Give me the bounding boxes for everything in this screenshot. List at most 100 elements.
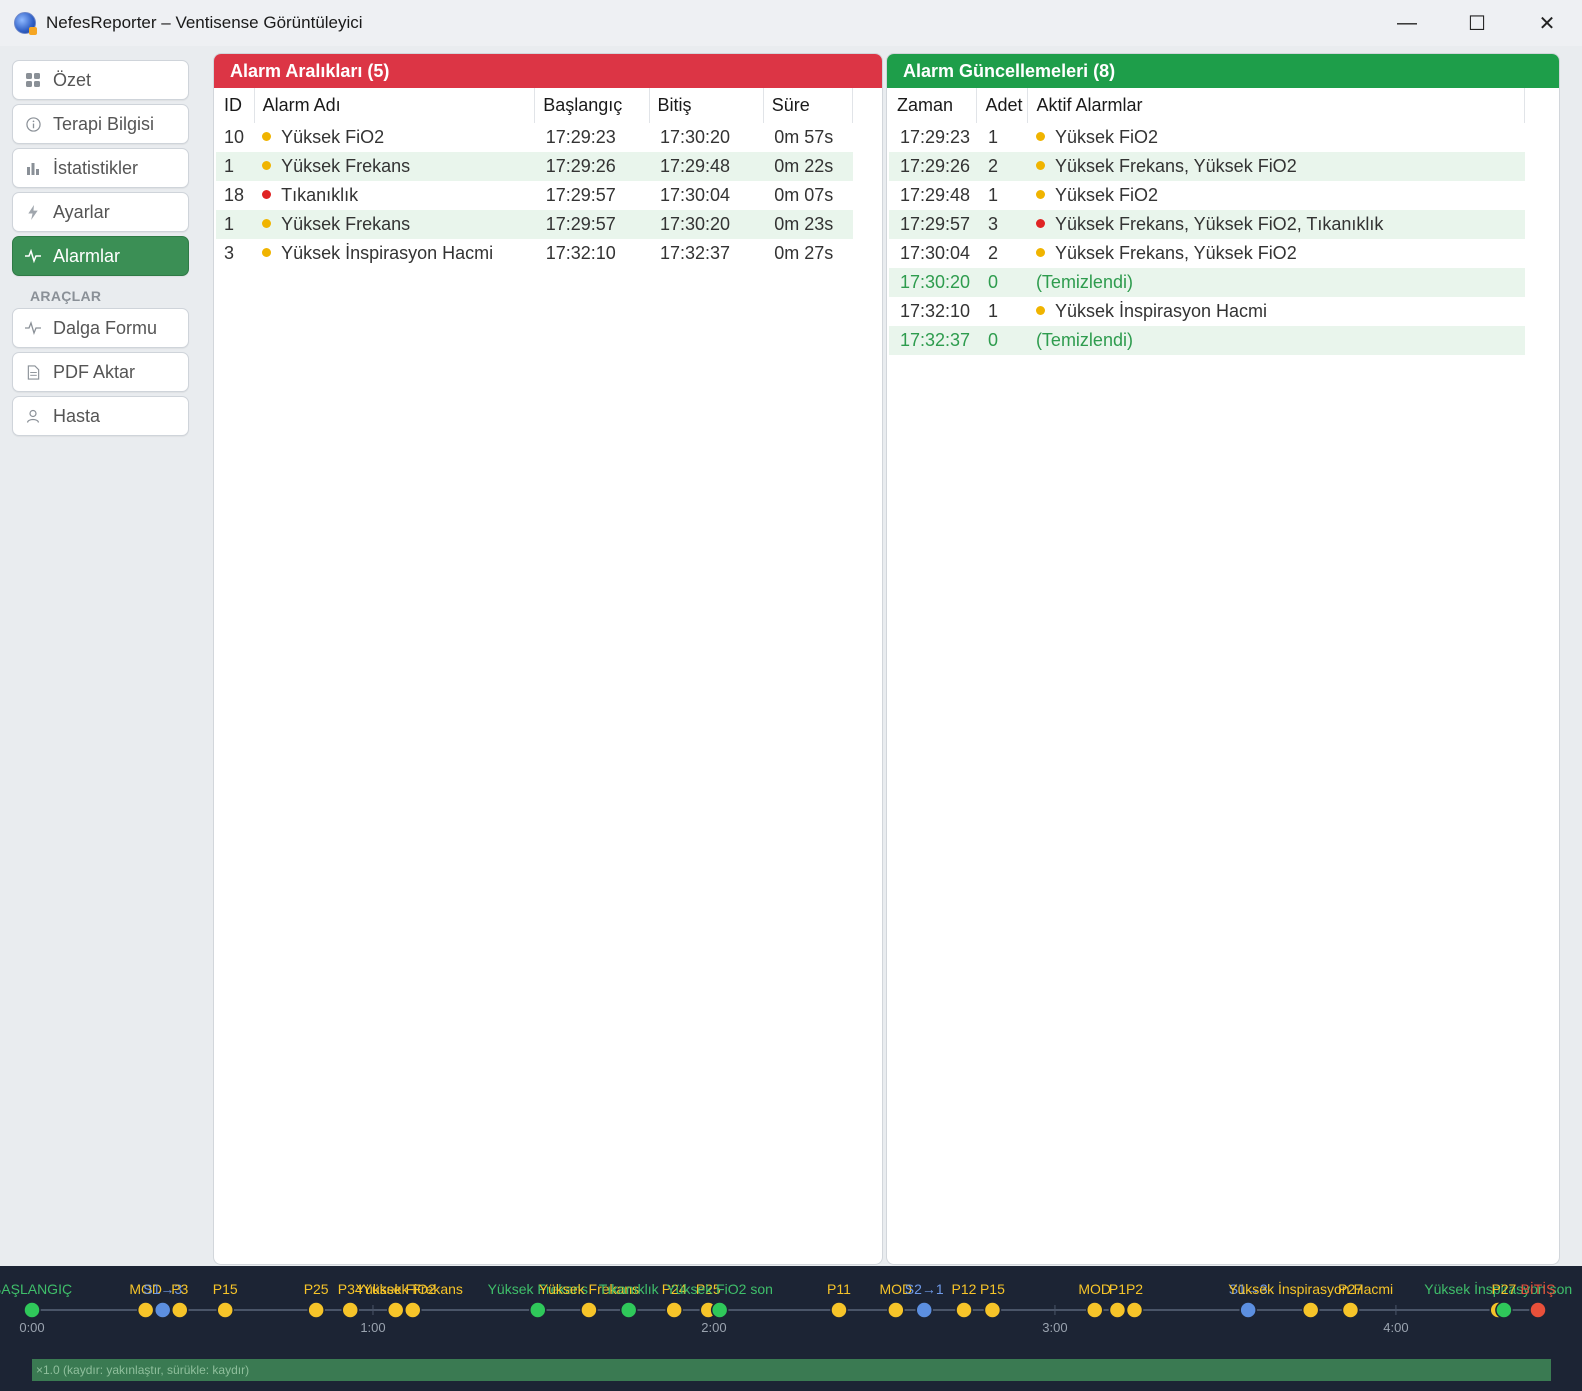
timeline-event-marker[interactable] [171,1301,189,1319]
cell-active-alarms: Yüksek FiO2 [1028,181,1525,210]
column-header-active-alarms[interactable]: Aktif Alarmlar [1027,88,1525,123]
cell-end: 17:30:20 [660,127,731,147]
cell-count: 3 [976,210,1028,239]
timeline-event-marker[interactable] [341,1301,359,1319]
nav-dalga-formu[interactable]: Dalga Formu [12,308,189,348]
severity-dot-icon [262,160,272,170]
table-row[interactable]: 18 Tıkanıklık 17:29:57 17:30:04 0m 07s [216,181,853,210]
timeline-marker-label: MOD [1078,1281,1111,1297]
event-timeline[interactable]: 0:001:002:003:004:00BAŞLANGIÇMODS1→3P3P1… [0,1266,1582,1391]
timeline-marker-label: P2 [1126,1281,1143,1297]
column-header-end[interactable]: Bitiş [649,88,764,123]
cell-alarm-name: Yüksek FiO2 [254,123,535,152]
timeline-marker-label: Yüksek FiO2 son [666,1281,773,1297]
sidebar: Özet Terapi Bilgisi İstatistikler Ayarla… [12,60,189,440]
table-row[interactable]: 17:29:23 1 Yüksek FiO2 [889,123,1525,152]
active-alarms-text: Yüksek FiO2 [1054,127,1158,147]
nav-pdf-aktar[interactable]: PDF Aktar [12,352,189,392]
cell-time: 17:32:37 [889,326,977,355]
title-bar: NefesReporter – Ventisense Görüntüleyici… [0,0,1582,46]
table-row[interactable]: 17:30:20 0 (Temizlendi) [889,268,1525,297]
table-header-row: ID Alarm Adı Başlangıç Bitiş Süre [216,88,854,123]
cell-count: 0 [976,268,1028,297]
maximize-icon: ☐ [1468,12,1486,35]
cell-id: 18 [224,185,245,205]
timeline-event-marker[interactable] [216,1301,234,1319]
table-row[interactable]: 17:30:04 2 Yüksek Frekans, Yüksek FiO2 [889,239,1525,268]
timeline-event-marker[interactable] [915,1301,933,1319]
timeline-event-marker[interactable] [136,1301,155,1319]
table-row[interactable]: 17:29:57 3 Yüksek Frekans, Yüksek FiO2, Tı… [889,210,1525,239]
cell-alarm-name: Tıkanıklık [254,181,535,210]
timeline-event-marker[interactable] [307,1301,325,1319]
timeline-event-marker[interactable] [1239,1301,1257,1319]
column-header-duration[interactable]: Süre [763,88,854,123]
timeline-event-marker[interactable] [1301,1301,1320,1319]
minimize-button[interactable]: — [1372,0,1442,46]
table-row[interactable]: 3 Yüksek İnspirasyon Hacmi 17:32:10 17:32:3… [216,239,853,268]
column-header-start[interactable]: Başlangıç [534,88,650,123]
nav-istatistikler[interactable]: İstatistikler [12,148,189,188]
pulse-icon [25,248,41,264]
timeline-event-marker[interactable] [619,1301,638,1319]
timeline-marker-label: S2→1 [905,1281,944,1297]
timeline-marker-label: Tıkanıklık [599,1281,660,1297]
timeline-event-marker[interactable] [887,1301,905,1319]
cell-duration: 0m 23s [763,210,853,239]
timeline-event-marker[interactable] [23,1301,41,1319]
table-row[interactable]: 17:32:10 1 Yüksek İnspirasyon Hacmi [889,297,1525,326]
cell-id: 1 [216,210,255,239]
info-icon [25,116,41,132]
timeline-event-marker[interactable] [1529,1301,1547,1319]
active-alarms-text: Yüksek İnspirasyon Hacmi [1054,301,1268,321]
timeline-marker-label: Yüksek İnspirasyon Hacmi [1228,1280,1393,1297]
timeline-event-marker[interactable] [153,1301,172,1319]
timeline-event-marker[interactable] [1085,1301,1104,1319]
timeline-marker-label: P11 [827,1281,851,1297]
cell-time: 17:29:48 [900,185,971,205]
timeline-event-marker[interactable] [830,1301,848,1319]
nav-alarmlar[interactable]: Alarmlar [12,236,189,276]
timeline-event-marker[interactable] [983,1301,1002,1319]
timeline-event-marker[interactable] [665,1301,683,1319]
timeline-event-marker[interactable] [1341,1301,1360,1319]
nav-ozet[interactable]: Özet [12,60,189,100]
timeline-marker-label: Yüksek Frekans [363,1281,463,1297]
timeline-marker-label: P25 [304,1281,329,1297]
timeline-event-marker[interactable] [710,1301,729,1319]
alarm-updates-table: Zaman Adet Aktif Alarmlar 17:29:23 1 Yükse… [889,88,1525,355]
timeline-event-marker[interactable] [1495,1301,1513,1319]
table-row[interactable]: 17:29:48 1 Yüksek FiO2 [889,181,1525,210]
column-header-alarm-name[interactable]: Alarm Adı [254,88,536,123]
active-alarms-text: Yüksek Frekans, Yüksek FiO2, Tıkanıklık [1054,214,1384,234]
nav-hasta[interactable]: Hasta [12,396,189,436]
nav-terapi-bilgisi[interactable]: Terapi Bilgisi [12,104,189,144]
maximize-button[interactable]: ☐ [1442,0,1512,46]
column-header-time[interactable]: Zaman [889,88,978,123]
timeline-event-marker[interactable] [580,1301,598,1319]
table-row[interactable]: 1 Yüksek Frekans 17:29:26 17:29:48 0m 22s [216,152,853,181]
column-header-count[interactable]: Adet [976,88,1029,123]
timeline-event-marker[interactable] [404,1301,422,1319]
timeline-event-marker[interactable] [529,1301,547,1319]
app-logo-icon [14,12,37,35]
table-row[interactable]: 1 Yüksek Frekans 17:29:57 17:30:20 0m 23s [216,210,853,239]
severity-dot-icon [262,189,272,199]
nav-ayarlar[interactable]: Ayarlar [12,192,189,232]
timeline-zoom-bar[interactable]: ×1.0 (kaydır: yakınlaştır, sürükle: kayd… [32,1359,1551,1381]
timeline-tick-label: 0:00 [19,1320,44,1335]
table-row[interactable]: 17:29:26 2 Yüksek Frekans, Yüksek FiO2 [889,152,1525,181]
close-button[interactable]: ✕ [1512,0,1582,46]
timeline-track[interactable]: 0:001:002:003:004:00BAŞLANGIÇMODS1→3P3P1… [0,1266,1582,1358]
nav-label: Özet [53,69,92,90]
table-row[interactable]: 10 Yüksek FiO2 17:29:23 17:30:20 0m 57s [216,123,853,152]
cell-end: 17:32:37 [660,243,731,263]
nav-label: Dalga Formu [53,317,158,338]
column-header-id[interactable]: ID [216,88,255,123]
severity-dot-icon [1035,160,1045,170]
timeline-event-marker[interactable] [386,1301,405,1319]
timeline-event-marker[interactable] [1108,1301,1127,1319]
table-row[interactable]: 17:32:37 0 (Temizlendi) [889,326,1525,355]
timeline-event-marker[interactable] [955,1301,973,1319]
timeline-event-marker[interactable] [1125,1301,1144,1319]
